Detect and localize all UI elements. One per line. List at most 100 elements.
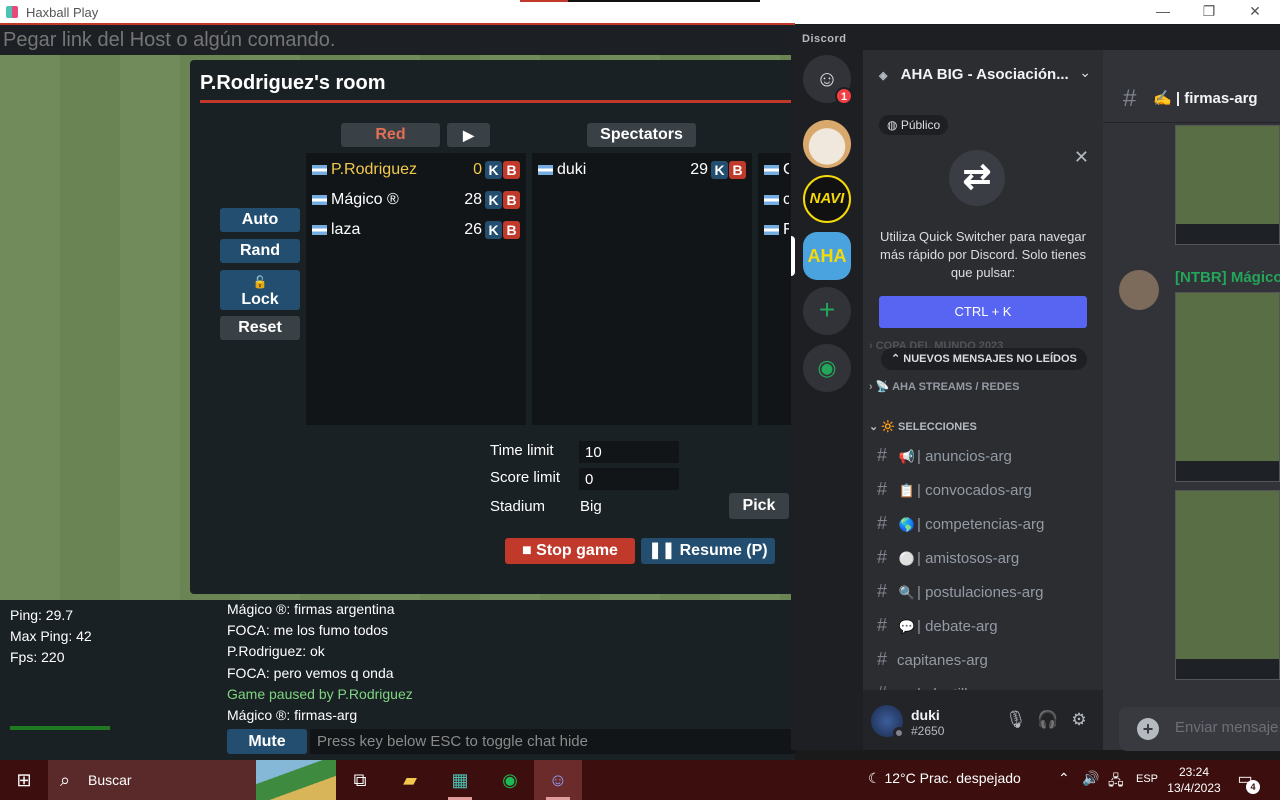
sun-icon: 🔆: [881, 421, 895, 433]
new-messages-pill[interactable]: ⌃ NUEVOS MENSAJES NO LEÍDOS: [881, 348, 1087, 370]
avatar[interactable]: [871, 705, 905, 739]
blue-team-list: G c F: [758, 153, 795, 425]
kick-button[interactable]: K: [711, 161, 728, 179]
file-explorer-icon[interactable]: ▰: [386, 760, 434, 800]
play-button[interactable]: ▶: [447, 123, 490, 147]
auto-button[interactable]: Auto: [220, 208, 300, 232]
argentina-flag-icon: [312, 195, 327, 205]
message-author-avatar[interactable]: [1119, 270, 1159, 310]
ban-button[interactable]: B: [729, 161, 746, 179]
player-row[interactable]: P.Rodriguez 0 K B: [312, 159, 520, 181]
stadium-label: Stadium: [490, 498, 546, 515]
stop-game-button[interactable]: ■ Stop game: [505, 538, 635, 564]
chat-input[interactable]: Press key below ESC to toggle chat hide: [310, 729, 795, 754]
channel-convocados-arg[interactable]: # 📋 | convocados-arg: [871, 475, 1095, 503]
mute-button[interactable]: Mute: [227, 729, 307, 754]
player-name: F: [783, 221, 789, 238]
chevron-down-icon: ⌄: [869, 421, 879, 433]
player-row[interactable]: laza 26 K B: [312, 219, 520, 241]
kick-button[interactable]: K: [485, 161, 502, 179]
ping-graph: [10, 726, 110, 730]
message-author[interactable]: [NTBR] Mágico: [1175, 269, 1280, 286]
windows-start-icon[interactable]: ⊞: [0, 760, 48, 800]
channel-amistosos-arg[interactable]: # ⚪ | amistosos-arg: [871, 543, 1095, 571]
spotify-icon[interactable]: ◉: [486, 760, 534, 800]
player-row[interactable]: F: [764, 219, 789, 241]
server-name-header[interactable]: ◈ AHA BIG - Asociación...: [879, 66, 1069, 83]
message-placeholder: Enviar mensaje: [1175, 719, 1279, 736]
taskbar-search[interactable]: ⌕ Buscar: [48, 760, 336, 800]
reset-button[interactable]: Reset: [220, 316, 300, 340]
notification-center-icon[interactable]: ▭ 4: [1230, 766, 1260, 794]
ban-button[interactable]: B: [503, 221, 520, 239]
clock[interactable]: 23:24 13/4/2023: [1166, 764, 1222, 796]
channel-debate-arg[interactable]: # 💬 | debate-arg: [871, 611, 1095, 639]
player-row[interactable]: G: [764, 159, 789, 181]
host-link-input[interactable]: [0, 25, 795, 55]
chevron-down-icon[interactable]: ⌄: [1079, 64, 1091, 81]
attachment-screenshot[interactable]: [1175, 125, 1280, 245]
task-view-icon[interactable]: ⧉: [336, 760, 384, 800]
volume-icon[interactable]: 🔊: [1082, 770, 1099, 787]
discord-taskbar-icon[interactable]: ☺: [534, 760, 582, 800]
score-limit-input[interactable]: [579, 468, 679, 490]
gear-icon[interactable]: ⚙: [1069, 710, 1089, 730]
haxball-taskbar-icon[interactable]: ▦: [436, 760, 484, 800]
category-selecciones[interactable]: ⌄ 🔆 SELECCIONES: [869, 420, 977, 433]
channel-name: | postulaciones-arg: [917, 584, 1044, 601]
guild-dog-avatar[interactable]: [803, 120, 851, 168]
chevron-right-icon: ›: [869, 340, 873, 352]
add-attachment-icon[interactable]: +: [1137, 718, 1159, 740]
time-limit-input[interactable]: [579, 441, 679, 463]
kick-button[interactable]: K: [485, 191, 502, 209]
guild-aha-logo[interactable]: AHA: [803, 232, 851, 280]
room-title: P.Rodriguez's room: [200, 72, 386, 94]
chevron-up-icon[interactable]: ⌃: [1058, 770, 1070, 787]
rand-button[interactable]: Rand: [220, 239, 300, 263]
ban-button[interactable]: B: [503, 161, 520, 179]
red-team-header[interactable]: Red: [341, 123, 440, 147]
attachment-screenshot[interactable]: [1175, 490, 1280, 680]
kick-button[interactable]: K: [485, 221, 502, 239]
status-indicator: [893, 727, 905, 739]
channel-competencias-arg[interactable]: # 🌎 | competencias-arg: [871, 509, 1095, 537]
message-input[interactable]: + Enviar mensaje: [1119, 707, 1280, 751]
add-server-icon[interactable]: +: [803, 287, 851, 335]
minimize-button[interactable]: —: [1140, 0, 1186, 24]
pick-stadium-button[interactable]: Pick: [729, 493, 789, 519]
quick-switcher-shortcut-button[interactable]: CTRL + K: [879, 296, 1087, 328]
player-row[interactable]: duki 29 K B: [538, 159, 746, 181]
channel-postulaciones-arg[interactable]: # 🔍 | postulaciones-arg: [871, 577, 1095, 605]
category-streams[interactable]: › 📡 AHA STREAMS / REDES: [869, 380, 1019, 393]
attachment-screenshot[interactable]: [1175, 292, 1280, 482]
channel-capitanes-arg[interactable]: # capitanes-arg: [871, 645, 1095, 673]
weather-widget[interactable]: ☾ 12°C Prac. despejado: [868, 770, 1021, 787]
language-indicator[interactable]: ESP: [1136, 773, 1158, 785]
resume-button[interactable]: ❚❚ Resume (P): [641, 538, 775, 564]
network-icon[interactable]: 🖧: [1108, 770, 1124, 794]
restore-button[interactable]: ❐: [1186, 0, 1232, 24]
microphone-icon[interactable]: 🎙: [1005, 710, 1027, 730]
explore-compass-icon[interactable]: ◉: [803, 344, 851, 392]
ping-stat: Ping: 29.7: [10, 607, 74, 623]
ban-button[interactable]: B: [503, 191, 520, 209]
window-title: Haxball Play: [26, 4, 99, 20]
command-bar: [0, 25, 795, 55]
close-window-button[interactable]: ✕: [1232, 0, 1278, 24]
guild-navi-logo[interactable]: NAVI: [803, 175, 851, 223]
resume-label: Resume (P): [679, 542, 768, 559]
argentina-flag-icon: [538, 165, 553, 175]
argentina-flag-icon: [312, 165, 327, 175]
headphones-icon[interactable]: 🎧: [1037, 710, 1058, 730]
channel-emoji: ⚪: [898, 551, 916, 566]
discord-home-button[interactable]: ☺ 1: [803, 55, 853, 105]
player-row[interactable]: Mágico ® 28 K B: [312, 189, 520, 211]
weather-text: 12°C Prac. despejado: [884, 770, 1021, 786]
hash-icon: #: [876, 445, 887, 465]
lock-button[interactable]: 🔓 Lock: [220, 270, 300, 310]
close-icon[interactable]: ✕: [1074, 147, 1089, 168]
spectators-header[interactable]: Spectators: [587, 123, 696, 147]
quick-switcher-text: Utiliza Quick Switcher para navegar más …: [880, 229, 1086, 280]
channel-anuncios-arg[interactable]: # 📢 | anuncios-arg: [871, 441, 1095, 469]
player-row[interactable]: c: [764, 189, 789, 211]
